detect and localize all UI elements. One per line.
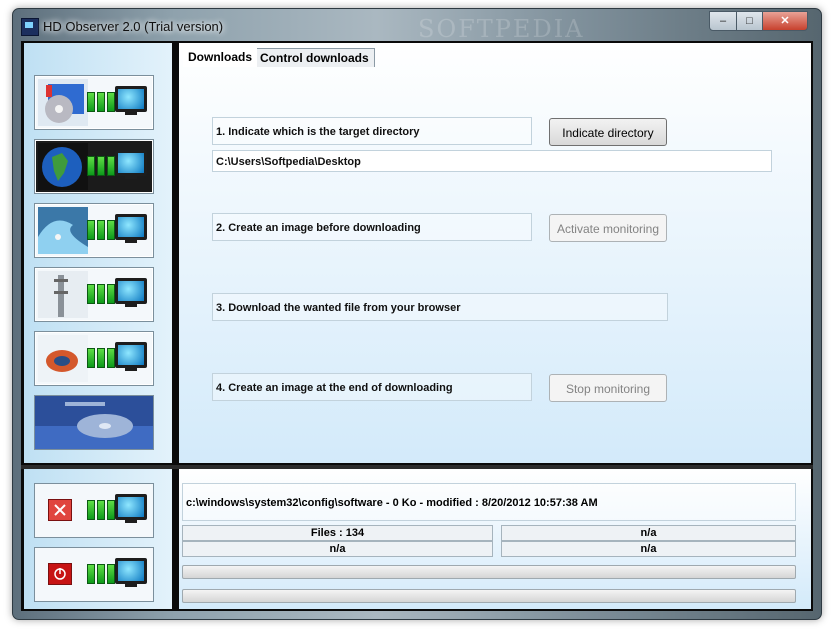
sidebar-button-disk[interactable] [34,75,154,130]
watermark: SOFTPEDIA [418,15,585,43]
close-box-icon [48,499,72,521]
status-cell-2: n/a [501,525,796,541]
monitor-icon [115,278,147,307]
status-line: c:\windows\system32\config\software - 0 … [182,483,796,521]
title-bar[interactable]: HD Observer 2.0 (Trial version) SOFTPEDI… [13,9,821,43]
disk-icon [38,79,88,126]
app-window: HD Observer 2.0 (Trial version) SOFTPEDI… [12,8,822,620]
sidebar-button-satellite[interactable] [34,331,154,386]
sidebar-button-globe[interactable] [34,139,154,194]
status-cell-3: n/a [182,541,493,557]
status-panel: c:\windows\system32\config\software - 0 … [179,469,811,609]
monitor-icon [115,342,147,371]
client-area: Downloads Control downloads 1. Indicate … [21,41,813,611]
window-title: HD Observer 2.0 (Trial version) [43,19,224,34]
indicate-directory-button[interactable]: Indicate directory [549,118,667,146]
monitor-icon [115,494,147,523]
sidebar [24,43,172,463]
power-icon [48,563,72,585]
downloads-panel: Downloads Control downloads 1. Indicate … [179,43,811,463]
activate-monitoring-button[interactable]: Activate monitoring [549,214,667,242]
step-4-label: 4. Create an image at the end of downloa… [212,373,532,401]
close-button[interactable]: ✕ [762,11,808,31]
progress-bar-1 [182,565,796,579]
globe-icon [38,143,88,190]
monitor-icon [115,150,147,179]
monitor-icon [115,214,147,243]
step-3-label: 3. Download the wanted file from your br… [212,293,668,321]
monitor-icon [115,86,147,115]
tower-icon [38,271,88,318]
monitor-icon [115,558,147,587]
stop-monitoring-button[interactable]: Stop monitoring [549,374,667,402]
step-2-label: 2. Create an image before downloading [212,213,532,241]
power-symbol-icon [54,568,66,580]
progress-bar-2 [182,589,796,603]
power-button[interactable] [34,547,154,602]
wave-icon [38,207,88,254]
app-icon[interactable] [21,18,39,36]
satellite-icon [38,335,88,382]
step-1-label: 1. Indicate which is the target director… [212,117,532,145]
minimize-button[interactable]: – [709,11,737,31]
about-icon [35,396,153,449]
target-directory-field[interactable]: C:\Users\Softpedia\Desktop [212,150,772,172]
sidebar-button-about[interactable] [34,395,154,450]
x-icon [54,504,66,516]
sidebar-button-tower[interactable] [34,267,154,322]
maximize-button[interactable]: □ [736,11,763,31]
clear-button[interactable] [34,483,154,538]
files-count: Files : 134 [182,525,493,541]
status-cell-4: n/a [501,541,796,557]
sidebar-button-wave[interactable] [34,203,154,258]
tab-downloads[interactable]: Downloads [183,48,258,67]
tab-control-downloads[interactable]: Control downloads [254,48,375,67]
action-sidebar [24,469,172,609]
